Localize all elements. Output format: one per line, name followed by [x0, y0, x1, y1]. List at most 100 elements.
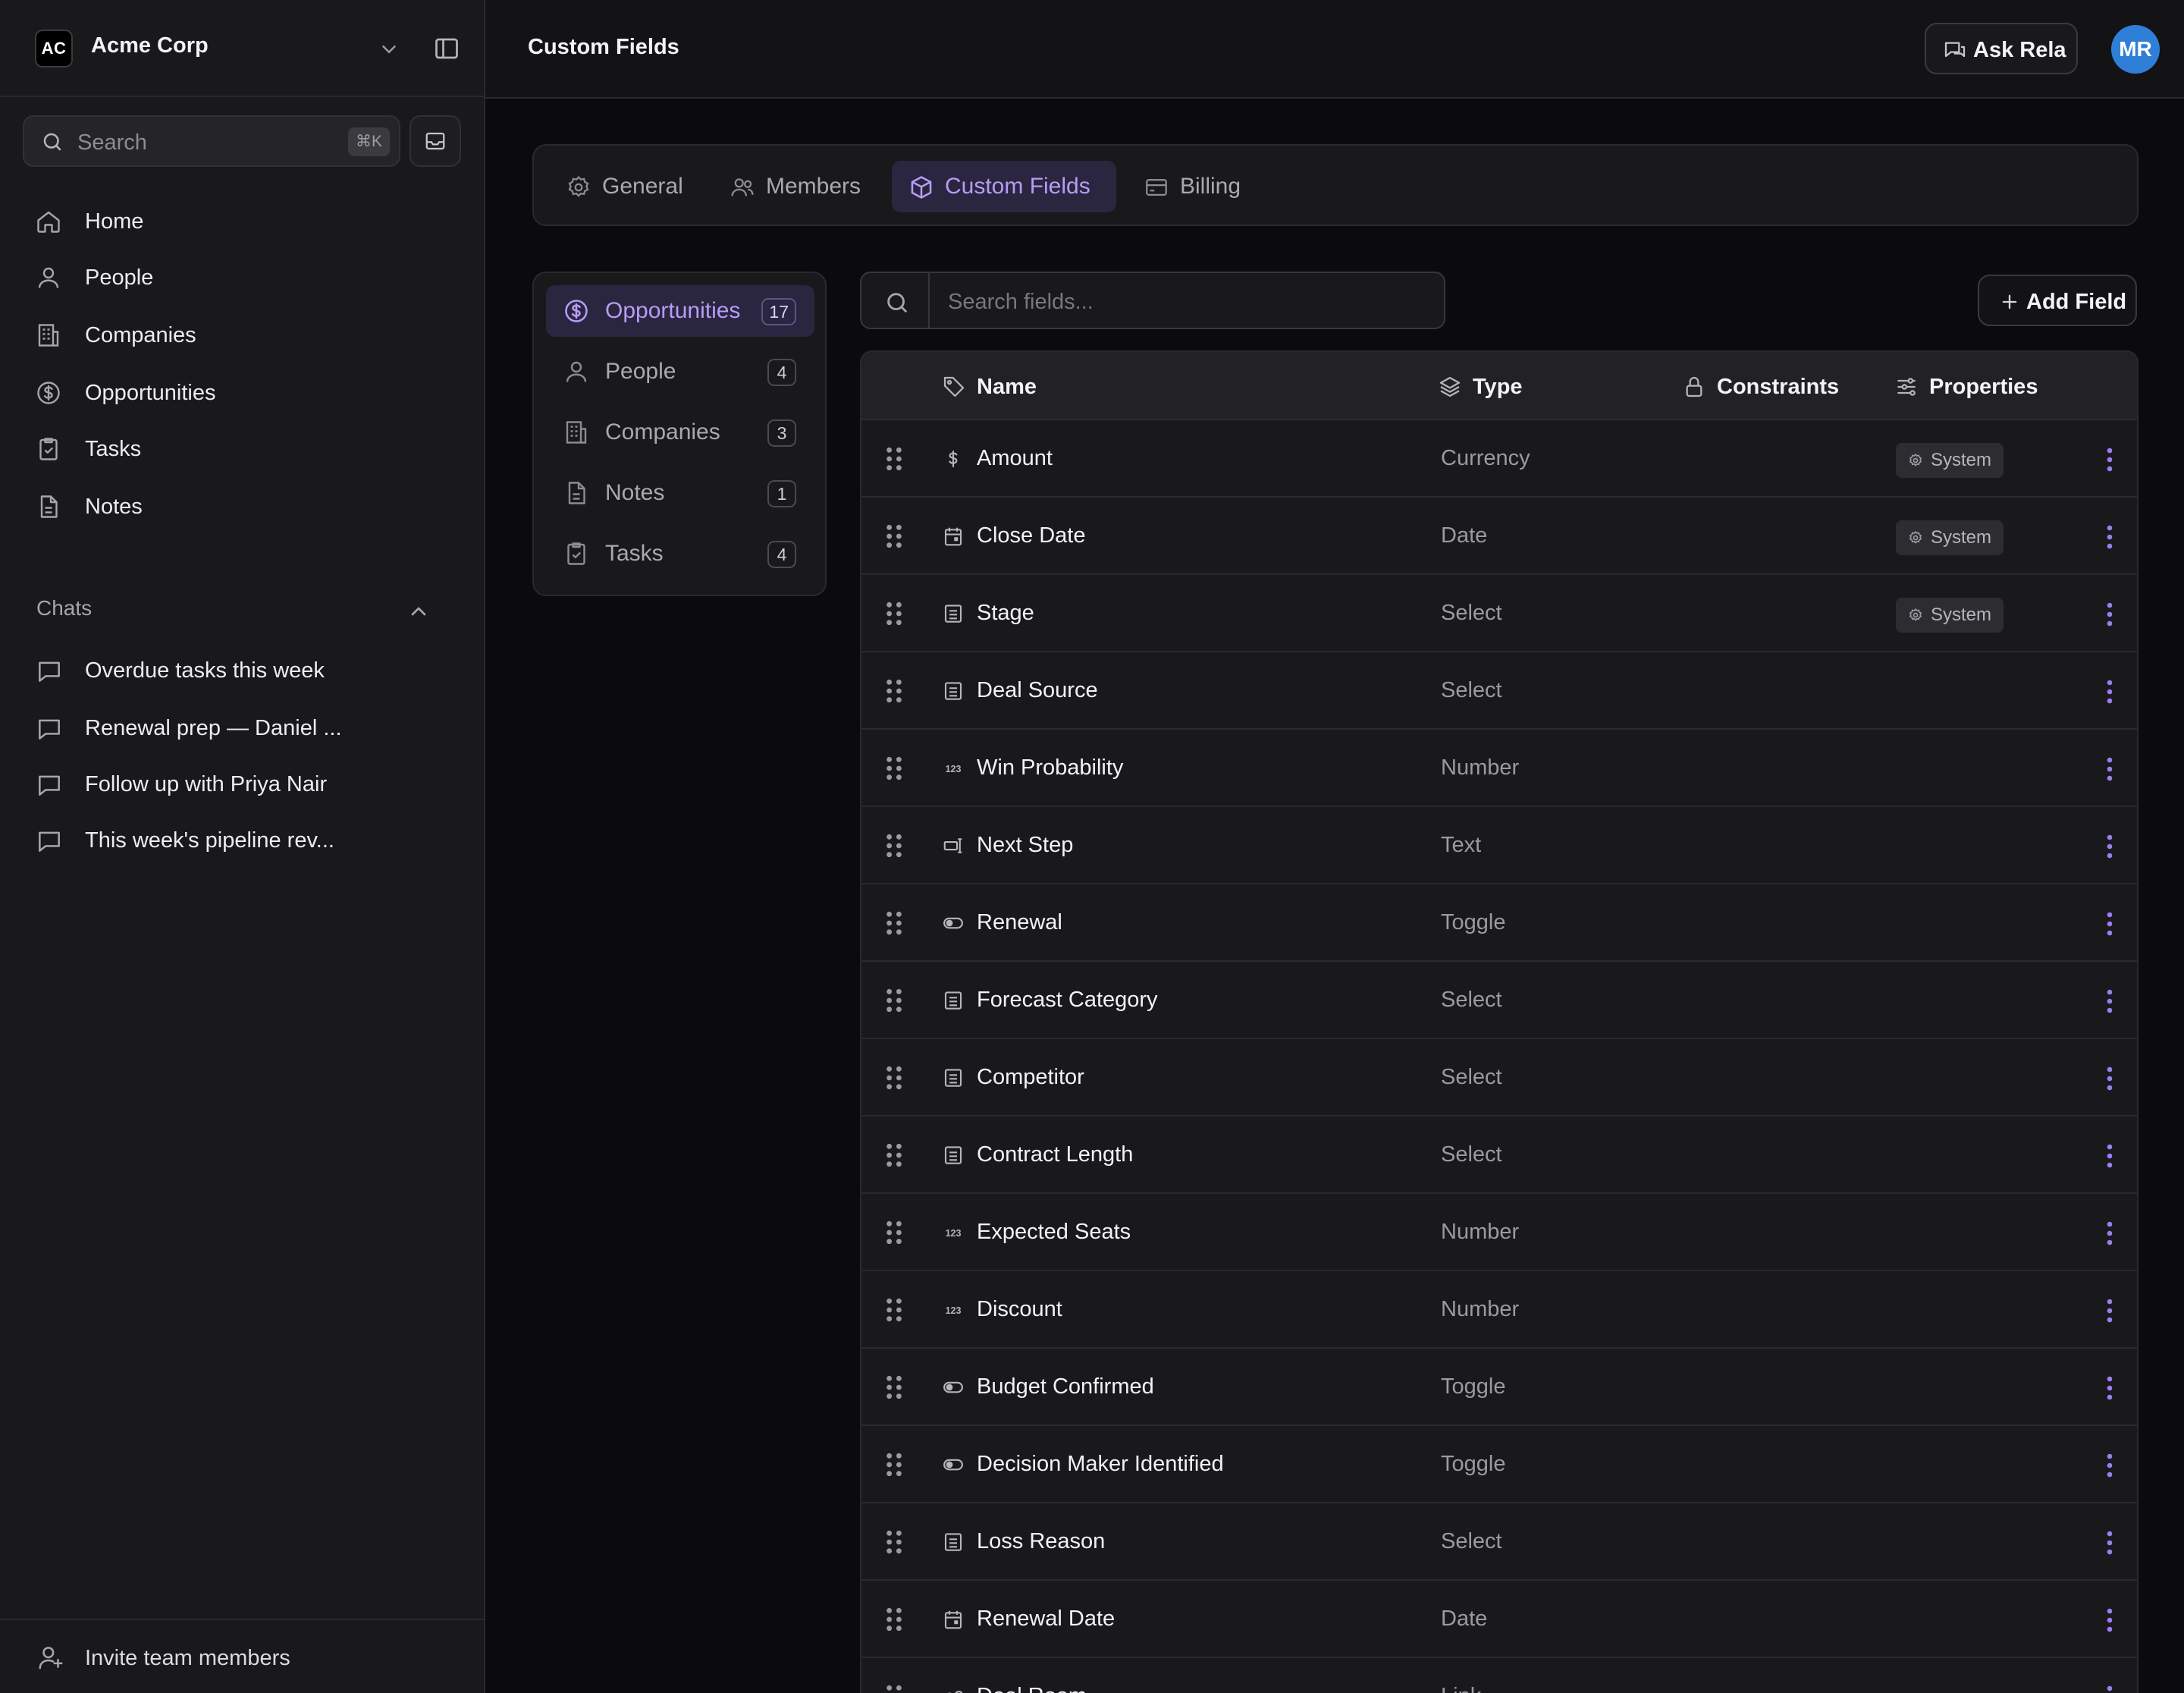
table-row[interactable]: 123 Discount Number [861, 1273, 2137, 1349]
chat-item[interactable]: Renewal prep — Daniel ... [23, 704, 463, 752]
drag-handle-icon[interactable] [883, 1452, 905, 1478]
chat-item[interactable]: Overdue tasks this week [23, 646, 463, 695]
table-row[interactable]: Renewal Toggle [861, 886, 2137, 962]
object-item-notes[interactable]: Notes 1 [546, 467, 814, 519]
drag-handle-icon[interactable] [883, 1297, 905, 1323]
more-vertical-icon[interactable] [2102, 678, 2117, 705]
tab-members[interactable]: Members [713, 161, 884, 212]
object-item-tasks[interactable]: Tasks 4 [546, 528, 814, 580]
nav-item-tasks[interactable]: Tasks [23, 425, 463, 473]
sidebar-search[interactable]: Search ⌘K [23, 115, 400, 167]
chevron-down-icon[interactable] [378, 38, 400, 61]
table-row[interactable]: Next Step Text [861, 809, 2137, 884]
more-vertical-icon[interactable] [2102, 1452, 2117, 1479]
tab-billing[interactable]: Billing [1127, 161, 1268, 212]
more-vertical-icon[interactable] [2102, 1142, 2117, 1170]
add-field-button[interactable]: Add Field [1978, 275, 2137, 326]
table-row[interactable]: Stage Select System [861, 576, 2137, 652]
avatar[interactable]: MR [2111, 25, 2160, 74]
settings-tabs: General Members Custom Fields Billing [532, 144, 2138, 226]
table-row[interactable]: 123 Win Probability Number [861, 731, 2137, 807]
drag-handle-icon[interactable] [883, 1142, 905, 1168]
tab-custom-fields[interactable]: Custom Fields [892, 161, 1116, 212]
more-vertical-icon[interactable] [2102, 1220, 2117, 1247]
nav-item-people[interactable]: People [23, 253, 463, 302]
sidebar-toggle-icon[interactable] [432, 35, 461, 62]
drag-handle-icon[interactable] [883, 988, 905, 1013]
more-vertical-icon[interactable] [2102, 1297, 2117, 1324]
table-row[interactable]: Competitor Select [861, 1041, 2137, 1117]
object-item-companies[interactable]: Companies 3 [546, 407, 814, 458]
table-row[interactable]: Close Date Date System [861, 499, 2137, 575]
invite-label: Invite team members [85, 1646, 290, 1670]
chat-bubbles-icon [1944, 42, 1966, 58]
more-vertical-icon[interactable] [2102, 755, 2117, 783]
object-item-opportunities[interactable]: Opportunities 17 [546, 285, 814, 337]
table-row[interactable]: Budget Confirmed Toggle [861, 1350, 2137, 1426]
drag-handle-icon[interactable] [883, 1220, 905, 1245]
more-vertical-icon[interactable] [2102, 1065, 2117, 1092]
toggle-icon [943, 1459, 963, 1471]
object-count: 3 [767, 419, 796, 447]
tab-general[interactable]: General [549, 161, 701, 212]
table-row[interactable]: Loss Reason Select [861, 1505, 2137, 1581]
nav-item-opportunities[interactable]: Opportunities [23, 369, 463, 417]
drag-handle-icon[interactable] [883, 1374, 905, 1400]
custom-fields-table: Name Type Constraints Properties Amount C… [860, 350, 2138, 1693]
more-vertical-icon[interactable] [2102, 1684, 2117, 1693]
chat-item[interactable]: Follow up with Priya Nair [23, 760, 463, 809]
more-vertical-icon[interactable] [2102, 601, 2117, 628]
more-vertical-icon[interactable] [2102, 1529, 2117, 1556]
column-label: Name [977, 375, 1037, 399]
drag-handle-icon[interactable] [883, 1684, 905, 1693]
table-row[interactable]: Renewal Date Date [861, 1582, 2137, 1658]
drag-handle-icon[interactable] [883, 910, 905, 936]
nav-item-notes[interactable]: Notes [23, 482, 463, 531]
field-search-input[interactable]: Search fields... [860, 272, 1445, 329]
drag-handle-icon[interactable] [883, 601, 905, 627]
drag-handle-icon[interactable] [883, 755, 905, 781]
chat-bubble-icon [39, 775, 60, 796]
chevron-up-icon[interactable] [406, 599, 431, 623]
text-cursor-icon [943, 838, 962, 853]
chat-item[interactable]: This week's pipeline rev... [23, 816, 463, 865]
field-type: Select [1441, 1142, 1502, 1167]
nav-item-companies[interactable]: Companies [23, 311, 463, 360]
drag-handle-icon[interactable] [883, 446, 905, 472]
ask-rela-button[interactable]: Ask Rela [1925, 23, 2078, 74]
table-row[interactable]: Amount Currency System [861, 422, 2137, 498]
chat-label: This week's pipeline rev... [85, 828, 334, 853]
more-vertical-icon[interactable] [2102, 1607, 2117, 1634]
table-row[interactable]: Deal Source Select [861, 654, 2137, 730]
object-count: 4 [767, 359, 796, 386]
more-vertical-icon[interactable] [2102, 523, 2117, 551]
more-vertical-icon[interactable] [2102, 988, 2117, 1015]
table-row[interactable]: Contract Length Select [861, 1118, 2137, 1194]
field-type: Select [1441, 1065, 1502, 1089]
drag-handle-icon[interactable] [883, 1529, 905, 1555]
invite-team-button[interactable]: Invite team members [0, 1619, 484, 1693]
workspace-switcher[interactable]: AC Acme Corp [0, 0, 484, 97]
more-vertical-icon[interactable] [2102, 1374, 2117, 1402]
more-vertical-icon[interactable] [2102, 833, 2117, 860]
table-row[interactable]: Forecast Category Select [861, 963, 2137, 1039]
tab-label: Members [766, 174, 861, 199]
table-row[interactable]: Deal Room Link [861, 1660, 2137, 1693]
drag-handle-icon[interactable] [883, 833, 905, 859]
more-vertical-icon[interactable] [2102, 446, 2117, 473]
nav-item-home[interactable]: Home [23, 197, 463, 246]
object-label: Notes [605, 480, 665, 505]
object-item-people[interactable]: People 4 [546, 346, 814, 397]
drag-handle-icon[interactable] [883, 1065, 905, 1091]
table-row[interactable]: Decision Maker Identified Toggle [861, 1428, 2137, 1503]
badge-label: System [1931, 605, 1992, 625]
table-row[interactable]: 123 Expected Seats Number [861, 1195, 2137, 1271]
drag-handle-icon[interactable] [883, 1607, 905, 1632]
plus-icon [2002, 294, 2017, 309]
inbox-button[interactable] [410, 115, 461, 167]
column-label: Type [1473, 375, 1523, 399]
more-vertical-icon[interactable] [2102, 910, 2117, 938]
field-name: Amount [977, 446, 1053, 470]
drag-handle-icon[interactable] [883, 678, 905, 704]
drag-handle-icon[interactable] [883, 523, 905, 549]
